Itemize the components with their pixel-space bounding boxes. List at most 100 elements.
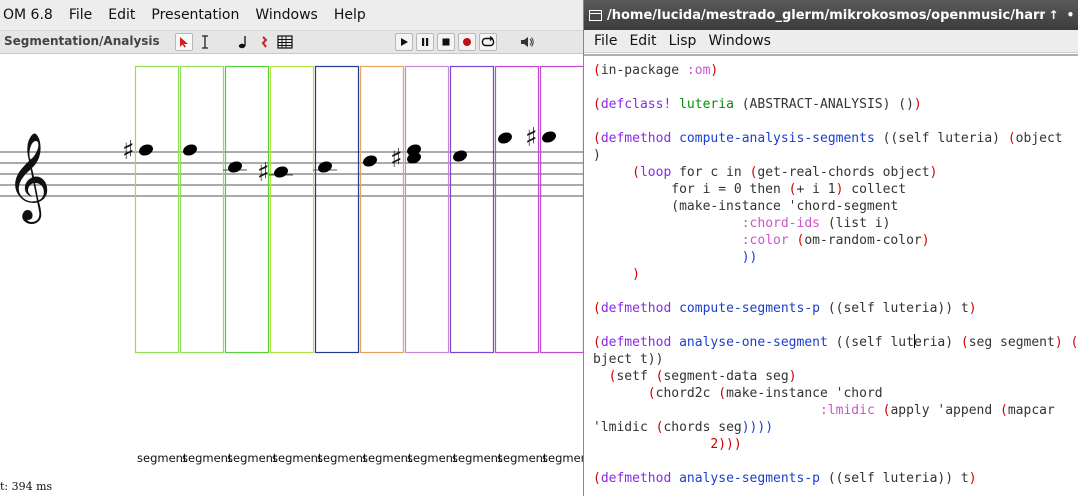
segment-box[interactable] <box>539 65 584 354</box>
segment-box[interactable] <box>449 65 495 354</box>
notehead <box>363 155 377 167</box>
code-line[interactable]: 'lmidic (chords seg)))) <box>593 419 1078 436</box>
segment-box[interactable] <box>224 65 270 354</box>
segment-label: segment <box>227 451 278 465</box>
segment-box[interactable] <box>359 65 405 354</box>
note-icon[interactable] <box>234 33 252 51</box>
code-token: ((self lut <box>835 335 914 350</box>
om-segmentation-window: OM 6.8 File Edit Presentation Windows He… <box>0 0 583 496</box>
segment-box[interactable] <box>494 65 540 354</box>
code-token: ) <box>593 267 640 282</box>
lisp-menu-lisp[interactable]: Lisp <box>663 33 703 49</box>
code-token: ) <box>968 301 977 316</box>
segment-box[interactable] <box>404 65 450 354</box>
code-line[interactable]: (defmethod compute-segments-p ((self lut… <box>593 300 1078 317</box>
note[interactable]: ♯ <box>122 136 155 166</box>
dot-icon[interactable]: • <box>1062 8 1078 22</box>
code-token: (make-instance 'chord-segment <box>593 199 899 214</box>
note[interactable]: ♯ <box>390 142 423 174</box>
om-menubar: OM 6.8 File Edit Presentation Windows He… <box>0 0 583 30</box>
code-token: ) <box>929 165 938 180</box>
segment-label: segment <box>272 451 323 465</box>
note[interactable] <box>181 142 198 157</box>
record-icon[interactable] <box>458 33 476 51</box>
menu-file[interactable]: File <box>61 0 100 30</box>
score-canvas[interactable]: 𝄞 ♯♯ ♯♯ segmentsegmentsegmentsegmentsegme… <box>0 55 583 475</box>
code-token: defmethod <box>600 131 672 146</box>
code-token: get-real-chords object <box>757 165 930 180</box>
note[interactable] <box>313 159 337 174</box>
lisp-menu-file[interactable]: File <box>584 33 623 49</box>
pause-icon[interactable] <box>416 33 434 51</box>
segment-label: segment <box>317 451 368 465</box>
segment-box[interactable] <box>314 65 360 354</box>
grid-icon[interactable] <box>276 33 294 51</box>
menu-windows[interactable]: Windows <box>247 0 326 30</box>
window-icon <box>589 9 602 21</box>
code-token: ((self luteria) <box>882 131 1008 146</box>
code-line[interactable] <box>593 113 1078 130</box>
code-token: ( <box>593 301 601 316</box>
menu-help[interactable]: Help <box>326 0 374 30</box>
code-token: ((self luteria)) t <box>827 301 969 316</box>
code-line[interactable]: (make-instance 'chord-segment <box>593 198 1078 215</box>
note[interactable] <box>496 130 513 145</box>
code-line[interactable]: (defclass! luteria (ABSTRACT-ANALYSIS) (… <box>593 96 1078 113</box>
stop-icon[interactable] <box>437 33 455 51</box>
code-text[interactable]: (in-package :om) (defclass! luteria (ABST… <box>593 62 1078 487</box>
note[interactable] <box>361 153 378 168</box>
code-editor[interactable]: (in-package :om) (defclass! luteria (ABST… <box>584 54 1078 496</box>
menu-app[interactable]: OM 6.8 <box>0 0 61 30</box>
code-token: (list i) <box>820 216 891 231</box>
segment-label: segment <box>182 451 233 465</box>
code-line[interactable]: (defmethod analyse-segments-p ((self lut… <box>593 470 1078 487</box>
note[interactable] <box>223 159 247 174</box>
code-line[interactable]: ) <box>593 147 1078 164</box>
code-line[interactable]: (in-package :om) <box>593 62 1078 79</box>
code-line[interactable]: bject t)) <box>593 351 1078 368</box>
speaker-icon[interactable] <box>518 33 536 51</box>
code-line[interactable]: for i = 0 then (+ i 1) collect <box>593 181 1078 198</box>
code-line[interactable] <box>593 283 1078 300</box>
code-line[interactable]: :lmidic (apply 'append (mapcar <box>593 402 1078 419</box>
code-line[interactable]: 2))) <box>593 436 1078 453</box>
cursor-arrow-icon[interactable] <box>175 33 193 51</box>
code-line[interactable]: (loop for c in (get-real-chords object) <box>593 164 1078 181</box>
segment-box[interactable] <box>179 65 225 354</box>
note[interactable]: ♯ <box>525 123 558 153</box>
code-line[interactable]: (chord2c (make-instance 'chord <box>593 385 1078 402</box>
raise-icon[interactable]: ↑ <box>1045 8 1062 22</box>
code-token: compute-segments-p <box>671 301 828 316</box>
code-token: ) <box>1054 335 1063 350</box>
lisp-titlebar[interactable]: /home/lucida/mestrado_glerm/mikrokosmos/… <box>584 0 1078 30</box>
code-line[interactable]: :chord-ids (list i) <box>593 215 1078 232</box>
segment-box[interactable] <box>134 65 180 354</box>
code-token: ( <box>593 386 656 401</box>
code-token: defmethod <box>600 301 672 316</box>
menu-edit[interactable]: Edit <box>100 0 143 30</box>
code-line[interactable]: (setf (segment-data seg) <box>593 368 1078 385</box>
note[interactable] <box>451 148 468 163</box>
code-token: om-random-color <box>804 233 922 248</box>
code-line[interactable] <box>593 79 1078 96</box>
code-line[interactable]: (defmethod compute-analysis-segments ((s… <box>593 130 1078 147</box>
text-cursor-icon[interactable] <box>196 33 214 51</box>
lisp-editor-window: /home/lucida/mestrado_glerm/mikrokosmos/… <box>583 0 1078 496</box>
rest-icon[interactable] <box>255 33 273 51</box>
loop-icon[interactable] <box>479 33 497 51</box>
lisp-menu-edit[interactable]: Edit <box>623 33 662 49</box>
treble-clef-icon: 𝄞 <box>6 131 51 224</box>
menu-presentation[interactable]: Presentation <box>143 0 247 30</box>
code-line[interactable] <box>593 317 1078 334</box>
lisp-menu-windows[interactable]: Windows <box>702 33 777 49</box>
code-line[interactable]: ) <box>593 266 1078 283</box>
code-line[interactable]: )) <box>593 249 1078 266</box>
play-icon[interactable] <box>395 33 413 51</box>
code-line[interactable] <box>593 453 1078 470</box>
code-token: :om <box>686 63 711 78</box>
segment-box[interactable] <box>269 65 315 354</box>
code-line[interactable]: :color (om-random-color) <box>593 232 1078 249</box>
code-token: (ABSTRACT-ANALYSIS) () <box>741 97 914 112</box>
code-line[interactable]: (defmethod analyse-one-segment ((self lu… <box>593 334 1078 351</box>
